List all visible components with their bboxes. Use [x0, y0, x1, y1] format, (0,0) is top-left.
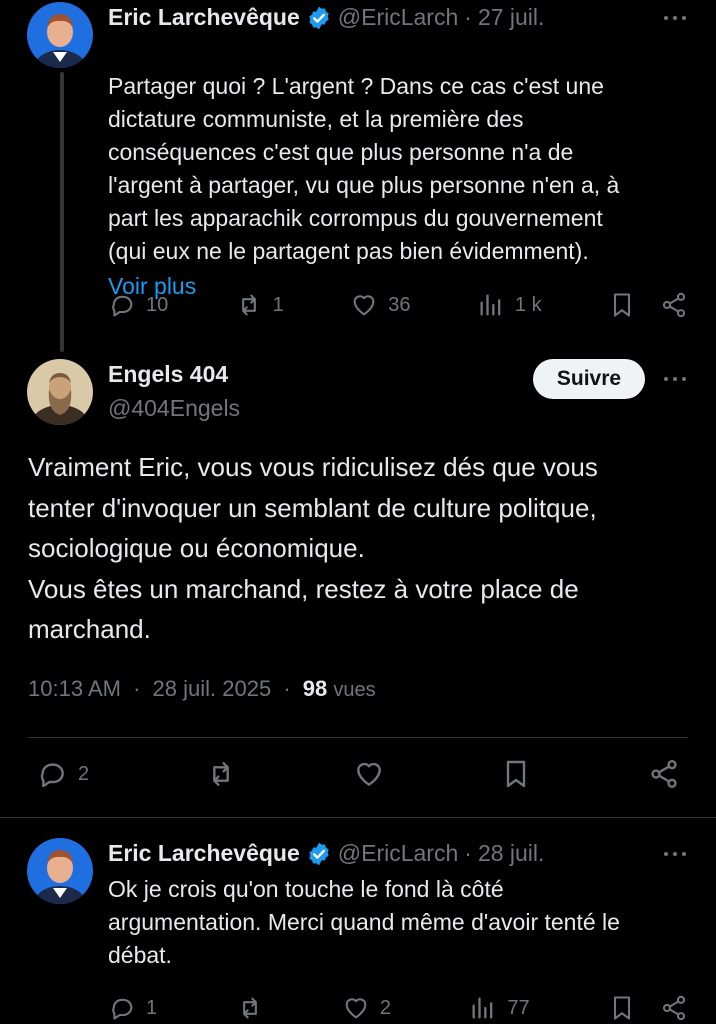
main-author-row: Engels 404: [108, 361, 228, 388]
tweet3-author-name[interactable]: Eric Larchevêque: [108, 840, 300, 867]
bookmark-icon: [613, 293, 631, 317]
reply-icon: [40, 763, 64, 788]
tweet1-date[interactable]: 27 juil.: [478, 4, 544, 31]
reply-button[interactable]: 10: [108, 291, 168, 319]
main-tweet-time[interactable]: 10:13 AM: [28, 676, 121, 701]
views-count: 1 k: [514, 293, 542, 316]
bookmark-button[interactable]: [608, 994, 636, 1022]
thread-line: [60, 72, 64, 352]
tweet1-body: Partager quoi ? L'argent ? Dans ce cas c…: [108, 73, 620, 264]
divider: [28, 737, 688, 738]
avatar-engels[interactable]: [27, 359, 93, 425]
share-button[interactable]: [660, 291, 688, 319]
more-icon[interactable]: [660, 369, 690, 389]
more-icon[interactable]: [660, 844, 690, 864]
like-button[interactable]: 36: [350, 291, 410, 319]
main-tweet-actions: 2: [36, 758, 680, 790]
tweet3-text: Ok je crois qu'on touche le fond là côté…: [108, 876, 620, 968]
views-button[interactable]: 77: [469, 994, 530, 1022]
reply-button[interactable]: 1: [108, 994, 157, 1022]
main-author-handle[interactable]: @404Engels: [108, 395, 240, 422]
repost-button[interactable]: [205, 758, 237, 790]
share-icon: [662, 292, 686, 318]
tweet1-actions: 10 1 36 1 k: [108, 291, 688, 319]
follow-button[interactable]: Suivre: [533, 359, 645, 399]
views-icon: [480, 294, 501, 316]
main-tweet-text: Vraiment Eric, vous vous ridiculisez dés…: [28, 452, 598, 644]
share-icon: [651, 760, 677, 788]
tweet3-handle[interactable]: @EricLarch: [338, 840, 459, 867]
main-tweet-views-count: 98: [302, 676, 328, 701]
avatar-eric[interactable]: [27, 2, 93, 68]
separator-dot: ·: [464, 840, 472, 866]
main-tweet-views-label: vues: [333, 679, 376, 701]
main-tweet-date[interactable]: 28 juil. 2025: [153, 676, 272, 701]
repost-icon: [241, 294, 256, 316]
like-button[interactable]: 2: [342, 994, 391, 1022]
views-button[interactable]: 1 k: [477, 291, 542, 319]
tweet3-header: Eric Larchevêque @EricLarch · 28 juil.: [108, 840, 544, 867]
main-tweet-meta: 10:13 AM · 28 juil. 2025 · 98 vues: [28, 676, 376, 702]
views-count: 77: [507, 996, 530, 1019]
reply-button[interactable]: 2: [36, 758, 89, 790]
verified-badge-icon: [309, 842, 329, 865]
tweet1-secondary-actions: [608, 291, 688, 319]
like-count: 36: [388, 293, 411, 316]
like-icon: [353, 295, 375, 316]
tweet1-header: Eric Larchevêque @EricLarch · 27 juil.: [108, 4, 544, 31]
reply-count: 2: [78, 762, 90, 785]
repost-icon: [242, 997, 257, 1019]
main-handle-row: @404Engels: [108, 395, 240, 422]
reply-count: 1: [146, 996, 158, 1019]
tweet3-actions: 1 2 77: [108, 994, 688, 1022]
separator-dot: ·: [464, 4, 472, 30]
separator-dot: ·: [133, 676, 141, 701]
like-button[interactable]: [353, 758, 385, 790]
bookmark-button[interactable]: [500, 758, 532, 790]
bookmark-icon: [507, 760, 526, 788]
main-author-name[interactable]: Engels 404: [108, 361, 228, 388]
more-icon[interactable]: [660, 8, 690, 28]
share-icon: [662, 995, 686, 1021]
views-icon: [472, 997, 493, 1019]
verified-badge-icon: [309, 6, 329, 29]
like-count: 2: [379, 996, 391, 1019]
repost-count: 1: [272, 293, 284, 316]
separator-dot: ·: [283, 676, 291, 701]
like-icon: [345, 998, 367, 1019]
bookmark-icon: [613, 996, 631, 1020]
share-button[interactable]: [660, 994, 688, 1022]
tweet1-text: Partager quoi ? L'argent ? Dans ce cas c…: [108, 37, 698, 268]
tweet3-date[interactable]: 28 juil.: [478, 840, 544, 867]
tweet1-handle[interactable]: @EricLarch: [338, 4, 459, 31]
divider: [0, 817, 716, 818]
share-button[interactable]: [648, 758, 680, 790]
repost-button[interactable]: [236, 994, 264, 1022]
bookmark-button[interactable]: [608, 291, 636, 319]
reply-icon: [112, 998, 133, 1020]
tweet1-author-name[interactable]: Eric Larchevêque: [108, 4, 300, 31]
reply-count: 10: [146, 293, 169, 316]
like-icon: [356, 762, 381, 786]
reply-icon: [112, 295, 133, 317]
repost-icon: [212, 762, 229, 786]
repost-button[interactable]: 1: [235, 291, 284, 319]
tweet3-secondary-actions: [608, 994, 688, 1022]
avatar-eric[interactable]: [27, 838, 93, 904]
